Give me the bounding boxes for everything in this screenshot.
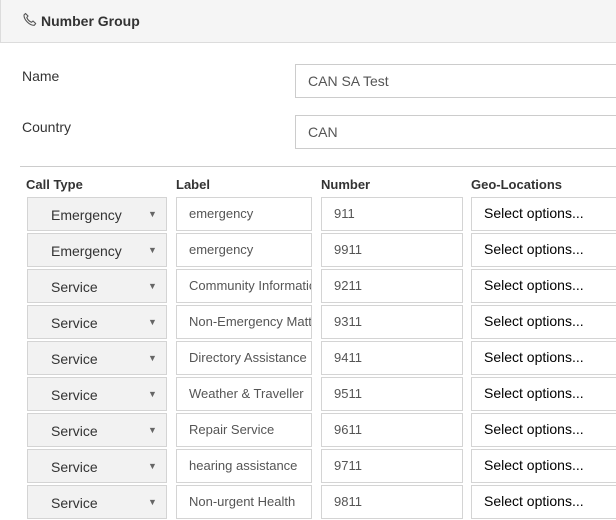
number-input[interactable]: 9411	[321, 341, 463, 375]
call-type-select[interactable]: Service ▼	[27, 341, 167, 375]
phone-icon	[23, 12, 37, 26]
call-type-select[interactable]: Service ▼	[27, 305, 167, 339]
call-type-select[interactable]: Emergency ▼	[27, 197, 167, 231]
geo-locations-select[interactable]: Select options...	[471, 269, 616, 303]
geo-locations-select[interactable]: Select options...	[471, 413, 616, 447]
label-input[interactable]: Non-Emergency Matters	[176, 305, 312, 339]
geo-locations-select[interactable]: Select options...	[471, 233, 616, 267]
call-type-value: Service	[51, 495, 98, 511]
call-type-value: Emergency	[51, 243, 122, 259]
caret-down-icon: ▼	[148, 209, 157, 219]
label-input[interactable]: hearing assistance	[176, 449, 312, 483]
number-input[interactable]: 9311	[321, 305, 463, 339]
number-input[interactable]: 9211	[321, 269, 463, 303]
column-header-label: Label	[176, 177, 210, 192]
geo-locations-select[interactable]: Select options...	[471, 449, 616, 483]
name-label: Name	[22, 68, 60, 84]
caret-down-icon: ▼	[148, 497, 157, 507]
call-type-value: Service	[51, 459, 98, 475]
name-field[interactable]: CAN SA Test	[295, 64, 616, 98]
geo-locations-select[interactable]: Select options...	[471, 341, 616, 375]
panel-header: Number Group	[0, 0, 616, 43]
caret-down-icon: ▼	[148, 389, 157, 399]
call-type-select[interactable]: Service ▼	[27, 413, 167, 447]
label-input[interactable]: Non-urgent Health	[176, 485, 312, 519]
divider	[20, 166, 616, 167]
column-header-call-type: Call Type	[26, 177, 83, 192]
label-input[interactable]: emergency	[176, 197, 312, 231]
caret-down-icon: ▼	[148, 281, 157, 291]
call-type-value: Service	[51, 315, 98, 331]
number-input[interactable]: 9811	[321, 485, 463, 519]
country-label: Country	[22, 119, 72, 135]
caret-down-icon: ▼	[148, 245, 157, 255]
number-input[interactable]: 9611	[321, 413, 463, 447]
column-header-number: Number	[321, 177, 371, 192]
number-input[interactable]: 9911	[321, 233, 463, 267]
number-input[interactable]: 9711	[321, 449, 463, 483]
caret-down-icon: ▼	[148, 425, 157, 435]
number-input[interactable]: 9511	[321, 377, 463, 411]
number-input[interactable]: 911	[321, 197, 463, 231]
geo-locations-select[interactable]: Select options...	[471, 197, 616, 231]
call-type-select[interactable]: Service ▼	[27, 485, 167, 519]
call-type-select[interactable]: Service ▼	[27, 269, 167, 303]
geo-locations-select[interactable]: Select options...	[471, 305, 616, 339]
label-input[interactable]: Directory Assistance	[176, 341, 312, 375]
caret-down-icon: ▼	[148, 317, 157, 327]
call-type-value: Service	[51, 387, 98, 403]
geo-locations-select[interactable]: Select options...	[471, 377, 616, 411]
call-type-select[interactable]: Service ▼	[27, 449, 167, 483]
panel-title: Number Group	[41, 13, 140, 29]
geo-locations-select[interactable]: Select options...	[471, 485, 616, 519]
label-input[interactable]: emergency	[176, 233, 312, 267]
label-input[interactable]: Repair Service	[176, 413, 312, 447]
country-field[interactable]: CAN	[295, 115, 616, 149]
call-type-value: Service	[51, 423, 98, 439]
caret-down-icon: ▼	[148, 461, 157, 471]
call-type-value: Service	[51, 351, 98, 367]
call-type-value: Service	[51, 279, 98, 295]
call-type-value: Emergency	[51, 207, 122, 223]
caret-down-icon: ▼	[148, 353, 157, 363]
call-type-select[interactable]: Emergency ▼	[27, 233, 167, 267]
call-type-select[interactable]: Service ▼	[27, 377, 167, 411]
column-header-geo-locations: Geo-Locations	[471, 177, 563, 192]
label-input[interactable]: Community Information	[176, 269, 312, 303]
label-input[interactable]: Weather & Traveller	[176, 377, 312, 411]
